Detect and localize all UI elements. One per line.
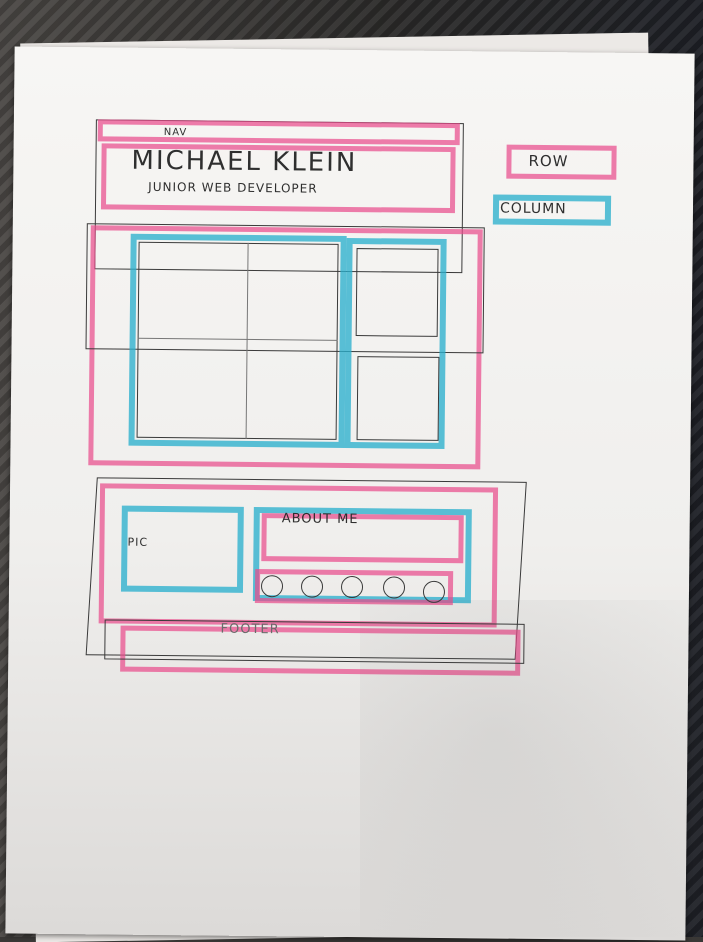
social-icon-2[interactable]	[300, 575, 324, 598]
about-label: ABOUT ME	[281, 511, 359, 528]
legend-row-label: ROW	[528, 151, 569, 171]
header-name: MICHAEL KLEIN	[131, 145, 358, 179]
social-icon-1[interactable]	[260, 575, 284, 598]
header-role: JUNIOR WEB DEVELOPER	[148, 179, 318, 196]
gallery-side-box-top	[355, 248, 439, 337]
social-icon-4[interactable]	[382, 576, 406, 599]
legend-column-label: COLUMN	[499, 200, 567, 218]
nav-row	[97, 119, 460, 146]
social-icon-3[interactable]	[340, 575, 364, 599]
pic-column	[120, 505, 244, 593]
gallery-side-box-bottom	[356, 356, 440, 441]
footer-label: FOOTER	[220, 621, 280, 638]
phone-shadow	[360, 600, 700, 937]
nav-label: NAV	[163, 127, 188, 139]
pic-label: PIC	[127, 535, 149, 549]
gallery-grid	[136, 241, 339, 440]
